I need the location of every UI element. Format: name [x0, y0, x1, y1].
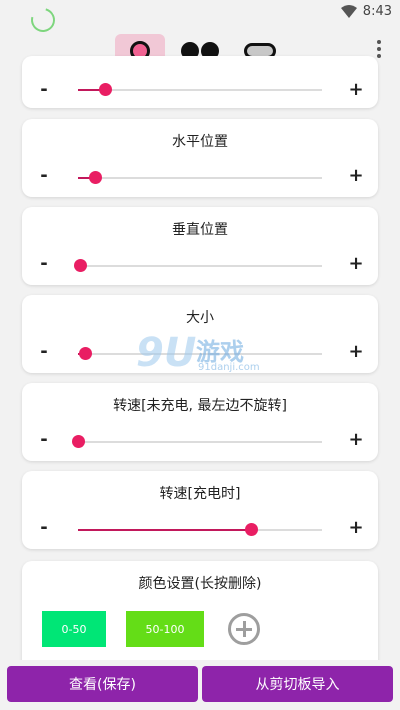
- slider-card-horizontal-position: 水平位置 - +: [22, 119, 378, 197]
- slider-card-size: 大小 - +: [22, 295, 378, 373]
- minus-button[interactable]: -: [36, 255, 52, 273]
- minus-button[interactable]: -: [36, 431, 52, 449]
- minus-button[interactable]: -: [36, 81, 52, 99]
- import-clipboard-button[interactable]: 从剪切板导入: [202, 666, 393, 702]
- status-time: 8:43: [362, 4, 392, 19]
- minus-button[interactable]: -: [36, 167, 52, 185]
- slider-card-speed-uncharged: 转速[未充电, 最左边不旋转] - +: [22, 383, 378, 461]
- slider-fill: [78, 529, 252, 531]
- slider-card-top: - +: [22, 56, 378, 108]
- slider-card-speed-charging: 转速[充电时] - +: [22, 471, 378, 549]
- card-title: 转速[充电时]: [159, 486, 241, 502]
- slider-thumb[interactable]: [72, 435, 85, 448]
- more-options-icon[interactable]: [375, 40, 383, 58]
- plus-button[interactable]: +: [348, 255, 364, 273]
- slider-track[interactable]: [78, 347, 322, 360]
- wifi-icon: [340, 4, 357, 18]
- plus-button[interactable]: +: [348, 343, 364, 361]
- card-title: 水平位置: [172, 134, 228, 150]
- color-range-0-50[interactable]: 0-50: [42, 611, 106, 647]
- slider-thumb[interactable]: [98, 83, 112, 96]
- slider-track[interactable]: [78, 523, 322, 536]
- slider-track[interactable]: [78, 171, 322, 184]
- minus-button[interactable]: -: [36, 343, 52, 361]
- card-title: 颜色设置(长按删除): [138, 576, 262, 592]
- card-title: 大小: [186, 310, 214, 326]
- slider-track[interactable]: [72, 435, 322, 448]
- card-title: 转速[未充电, 最左边不旋转]: [113, 398, 287, 414]
- status-right: 8:43: [340, 4, 392, 19]
- plus-button[interactable]: +: [348, 167, 364, 185]
- plus-button[interactable]: +: [348, 431, 364, 449]
- status-bar: 8:43: [0, 0, 400, 37]
- color-settings-card: 颜色设置(长按删除) 0-50 50-100: [22, 561, 378, 671]
- slider-track[interactable]: [74, 259, 322, 272]
- minus-button[interactable]: -: [36, 519, 52, 537]
- slider-card-vertical-position: 垂直位置 - +: [22, 207, 378, 285]
- slider-track[interactable]: [78, 83, 322, 96]
- plus-button[interactable]: +: [348, 81, 364, 99]
- slider-thumb[interactable]: [245, 523, 259, 536]
- slider-thumb[interactable]: [74, 259, 88, 272]
- add-color-icon[interactable]: [228, 613, 260, 645]
- color-range-50-100[interactable]: 50-100: [126, 611, 204, 647]
- plus-button[interactable]: +: [348, 519, 364, 537]
- slider-thumb[interactable]: [89, 171, 103, 184]
- view-save-button[interactable]: 查看(保存): [7, 666, 198, 702]
- bottom-action-bar: 查看(保存) 从剪切板导入: [0, 660, 400, 710]
- card-title: 垂直位置: [172, 222, 228, 238]
- slider-thumb[interactable]: [79, 347, 93, 360]
